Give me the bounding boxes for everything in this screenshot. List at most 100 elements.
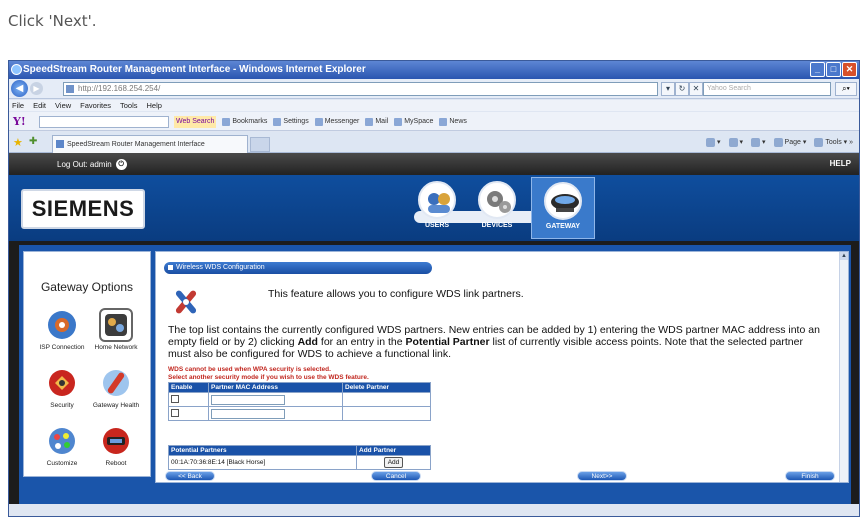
favorites-star-icon[interactable]: ★ bbox=[13, 136, 23, 149]
settings-label: Settings bbox=[283, 118, 309, 125]
content-area: Gateway Options ISP Connection Home Netw… bbox=[19, 245, 851, 509]
enable-checkbox[interactable] bbox=[171, 394, 179, 403]
news-icon bbox=[439, 118, 448, 126]
col-enable: Enable bbox=[168, 382, 209, 393]
gateway-health-icon bbox=[99, 366, 133, 400]
home-icon[interactable]: ▾ bbox=[705, 137, 721, 149]
table-row bbox=[168, 406, 431, 421]
feeds-icon[interactable]: ▾ bbox=[728, 137, 743, 149]
home-network-icon bbox=[99, 308, 133, 342]
back-button[interactable]: << Back bbox=[165, 471, 215, 481]
address-row: ◀ ▶ http://192.168.254.254/ ▾ ↻ ✕ Yahoo … bbox=[9, 79, 859, 99]
bookmarks-button[interactable]: Bookmarks bbox=[222, 116, 267, 128]
browser-window: SpeedStream Router Management Interface … bbox=[8, 60, 860, 517]
option-customize[interactable]: Customize bbox=[36, 424, 88, 468]
table-row: 00:1A:70:36:8E:14 [Black Horse] Add bbox=[168, 455, 431, 470]
description-potential-partner: Potential Partner bbox=[405, 336, 490, 348]
tools-icon bbox=[170, 286, 202, 318]
option-isp-connection[interactable]: ISP Connection bbox=[36, 308, 88, 352]
close-button[interactable]: ✕ bbox=[842, 62, 857, 77]
news-label: News bbox=[449, 118, 467, 125]
add-favorite-icon[interactable]: ✚ bbox=[29, 136, 37, 147]
print-icon[interactable]: ▾ bbox=[751, 137, 766, 149]
delete-partner-cell bbox=[342, 406, 431, 421]
nav-devices[interactable]: DEVICES bbox=[469, 181, 525, 237]
back-arrow-icon[interactable]: ◀ bbox=[11, 80, 28, 97]
instruction-text: Click 'Next'. bbox=[8, 12, 97, 30]
messenger-button[interactable]: Messenger bbox=[314, 116, 359, 128]
users-icon bbox=[418, 181, 456, 219]
option-gateway-health-label: Gateway Health bbox=[92, 402, 140, 409]
address-dropdown-icon[interactable]: ▾ bbox=[661, 82, 675, 96]
yahoo-logo[interactable]: Y! bbox=[13, 115, 26, 128]
nav-users[interactable]: USERS bbox=[409, 181, 465, 237]
cancel-button[interactable]: Cancel bbox=[371, 471, 421, 481]
maximize-button[interactable]: □ bbox=[826, 62, 841, 77]
security-icon bbox=[45, 366, 79, 400]
help-link[interactable]: HELP bbox=[830, 159, 851, 168]
menu-tools[interactable]: Tools bbox=[120, 100, 138, 111]
web-search-button[interactable]: Web Search bbox=[174, 116, 217, 128]
menu-view[interactable]: View bbox=[55, 100, 71, 111]
menu-help[interactable]: Help bbox=[147, 100, 162, 111]
menu-edit[interactable]: Edit bbox=[33, 100, 46, 111]
col-delete-partner: Delete Partner bbox=[342, 382, 431, 393]
search-input[interactable]: Yahoo Search bbox=[703, 82, 831, 96]
delete-partner-cell bbox=[342, 392, 431, 407]
logout-link[interactable]: Log Out: admin ⏻ bbox=[57, 159, 127, 170]
option-gateway-health[interactable]: Gateway Health bbox=[90, 366, 142, 410]
option-reboot-label: Reboot bbox=[105, 460, 127, 467]
new-tab-button[interactable] bbox=[250, 137, 270, 152]
nav-users-label: USERS bbox=[424, 222, 450, 229]
page-menu[interactable]: Page ▾ bbox=[773, 137, 806, 149]
logout-icon: ⏻ bbox=[115, 159, 127, 170]
nav-gateway-label: GATEWAY bbox=[545, 223, 581, 230]
partner-mac-input[interactable] bbox=[211, 408, 285, 419]
page-tab[interactable]: SpeedStream Router Management Interface bbox=[52, 135, 248, 153]
sidebar: Gateway Options ISP Connection Home Netw… bbox=[23, 251, 151, 477]
menu-file[interactable]: File bbox=[12, 100, 24, 111]
devices-icon bbox=[478, 181, 516, 219]
siemens-logo: SIEMENS bbox=[21, 189, 145, 229]
settings-icon bbox=[273, 118, 282, 126]
address-bar[interactable]: http://192.168.254.254/ bbox=[63, 82, 658, 96]
router-banner: SIEMENS USERS DEVICES GATEWAY bbox=[9, 175, 859, 241]
tab-bar: ★ ✚ SpeedStream Router Management Interf… bbox=[9, 132, 859, 153]
tools-menu[interactable]: Tools ▾ » bbox=[814, 137, 853, 149]
yahoo-search-input[interactable] bbox=[39, 116, 169, 128]
mail-icon bbox=[365, 118, 374, 126]
news-button[interactable]: News bbox=[439, 116, 467, 128]
bookmarks-icon bbox=[222, 118, 231, 126]
mail-button[interactable]: Mail bbox=[365, 116, 388, 128]
partner-mac-input[interactable] bbox=[211, 394, 285, 405]
add-partner-button[interactable]: Add bbox=[383, 457, 404, 468]
scrollbar[interactable]: ▲ bbox=[839, 252, 848, 482]
yahoo-toolbar: Y! Web Search Bookmarks Settings Messeng… bbox=[9, 112, 859, 131]
stop-icon[interactable]: ✕ bbox=[689, 82, 703, 96]
minimize-button[interactable]: _ bbox=[810, 62, 825, 77]
forward-arrow-icon[interactable]: ▶ bbox=[30, 82, 43, 95]
option-security[interactable]: Security bbox=[36, 366, 88, 410]
customize-icon bbox=[45, 424, 79, 458]
window-title: SpeedStream Router Management Interface … bbox=[23, 64, 366, 75]
option-home-network[interactable]: Home Network bbox=[90, 308, 142, 352]
gateway-icon bbox=[544, 182, 582, 220]
refresh-icon[interactable]: ↻ bbox=[675, 82, 689, 96]
enable-checkbox[interactable] bbox=[171, 408, 179, 417]
wpa-warning: WDS cannot be used when WPA security is … bbox=[168, 366, 369, 381]
menu-favorites[interactable]: Favorites bbox=[80, 100, 111, 111]
scroll-up-icon[interactable]: ▲ bbox=[840, 252, 848, 260]
nav-gateway[interactable]: GATEWAY bbox=[531, 177, 595, 239]
option-home-network-label: Home Network bbox=[94, 344, 138, 351]
settings-button[interactable]: Settings bbox=[273, 116, 309, 128]
description-part-2: for an entry in the bbox=[317, 336, 406, 348]
myspace-button[interactable]: MySpace bbox=[394, 116, 433, 128]
option-security-label: Security bbox=[50, 402, 74, 409]
option-reboot[interactable]: Reboot bbox=[90, 424, 142, 468]
potential-partner-name: 00:1A:70:36:8E:14 [Black Horse] bbox=[168, 455, 357, 470]
sidebar-title: Gateway Options bbox=[40, 280, 134, 294]
status-bar bbox=[9, 504, 859, 516]
finish-button[interactable]: Finish bbox=[785, 471, 835, 481]
router-topbar: Log Out: admin ⏻ HELP bbox=[9, 153, 859, 175]
search-icon[interactable]: ⌕▾ bbox=[835, 82, 857, 96]
